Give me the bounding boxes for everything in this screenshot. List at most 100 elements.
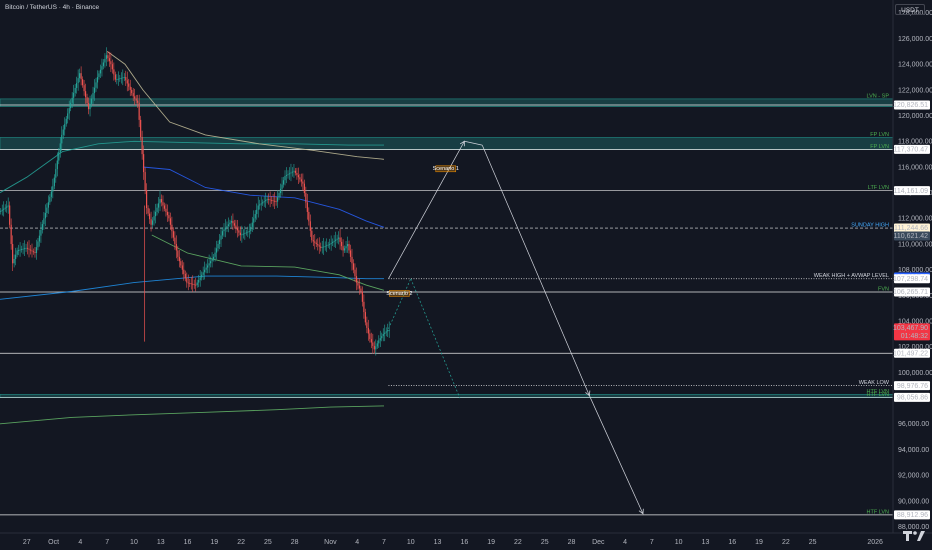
candle-body [355, 276, 358, 283]
candle-body [18, 250, 20, 251]
price-label-text: 110,621.42 [893, 233, 928, 240]
candle-body [287, 174, 289, 176]
candle-body [87, 103, 90, 110]
price-tick-label: 126,000.00 [898, 36, 932, 43]
price-tick-label: 110,000.00 [898, 241, 932, 248]
candle-body [192, 283, 194, 285]
price-axis[interactable]: 128,000.00126,000.00124,000.00122,000.00… [898, 10, 932, 531]
candle-body [189, 282, 191, 284]
candle-body [333, 240, 335, 242]
candle-body [70, 102, 72, 109]
candle-body [311, 230, 313, 241]
candle-body [272, 200, 274, 202]
candle-body [343, 248, 346, 251]
candle-body [154, 211, 157, 217]
currency-button[interactable]: USDT [895, 4, 925, 15]
candle-body [309, 221, 311, 231]
candle-body [184, 273, 186, 279]
candle-body [209, 261, 212, 264]
candle-body [360, 288, 362, 292]
candle-body [250, 226, 252, 232]
time-tick-label: Nov [324, 539, 337, 546]
candle-body [26, 247, 29, 249]
candle-body [19, 249, 21, 251]
candle-body [300, 179, 302, 182]
price-tick-label: 100,000.00 [898, 370, 932, 377]
candle-body [271, 199, 273, 201]
price-tick-label: 124,000.00 [898, 62, 932, 69]
candle-body [162, 202, 164, 206]
time-tick-label: 4 [623, 539, 627, 546]
price-label-text: 111,244.66 [894, 225, 928, 232]
candle-body [175, 244, 177, 251]
candle-body [385, 331, 387, 333]
candle-body [324, 245, 326, 247]
candle-body [38, 235, 41, 242]
candle-body [61, 134, 63, 144]
scenario-1-label: Scenario 1 [433, 166, 459, 172]
candle-body [195, 284, 197, 286]
candle-body [160, 199, 163, 203]
candle-body [20, 249, 23, 250]
candle-body [99, 69, 102, 74]
candle-body [134, 96, 136, 99]
candle-body [348, 244, 350, 251]
candle-body [163, 205, 166, 209]
candle-body [236, 227, 238, 231]
candle-body [281, 184, 283, 189]
symbol-title[interactable]: Bitcoin / TetherUS · 4h · Binance [5, 4, 99, 11]
time-tick-label: 22 [237, 539, 245, 546]
time-tick-label: 19 [210, 539, 218, 546]
candle-body [211, 259, 213, 262]
level-label-2: LTF LVN [868, 185, 889, 191]
candle-body [205, 267, 207, 270]
level-label-6: WEAK HIGH + AVWAP LEVEL [814, 273, 889, 279]
candle-body [55, 169, 57, 178]
candle-body [89, 103, 91, 110]
candle-body [62, 129, 64, 135]
candle-body [282, 180, 285, 185]
candle-body [326, 245, 328, 247]
candle-body [171, 224, 173, 232]
candle-body [151, 220, 154, 225]
time-tick-label: 13 [157, 539, 165, 546]
candle-body [199, 277, 201, 280]
level-label-3: SUNDAY HIGH [851, 223, 889, 229]
candle-body [229, 222, 231, 225]
candle-body [323, 246, 325, 248]
time-tick-label: 19 [487, 539, 495, 546]
tradingview-logo-icon [903, 531, 925, 541]
candle-body [220, 235, 222, 240]
candle-body [169, 218, 172, 225]
candle-body [212, 256, 215, 260]
candle-body [357, 282, 359, 286]
candle-body [245, 232, 247, 234]
candle-body [312, 240, 314, 242]
candle-body [293, 170, 295, 172]
candle-body [159, 199, 161, 204]
time-tick-label: 28 [291, 539, 299, 546]
price-label-text: 98,056.86 [897, 395, 928, 402]
candle-body [204, 269, 206, 273]
candle-body [260, 203, 262, 205]
candle-body [22, 248, 24, 250]
candle-body [268, 199, 270, 200]
candle-body [346, 244, 349, 247]
candle-body [41, 224, 44, 230]
candle-body [110, 61, 112, 65]
candle-body [67, 113, 69, 119]
candle-body [382, 333, 384, 337]
price-label: 101,497.22 [893, 348, 930, 358]
candle-body [144, 172, 146, 191]
candle-body [46, 207, 48, 213]
candle-body [238, 230, 240, 233]
candle-body [29, 249, 32, 251]
candle-body [262, 202, 264, 204]
candle-body [44, 212, 46, 219]
candle-body [227, 224, 230, 227]
price-chart[interactable]: LVN - SP FP LVN HTF LVN FP LVN LTF LVN SUNDA… [0, 0, 932, 550]
candle-body [157, 203, 160, 208]
candle-body [178, 256, 180, 262]
candle-body [177, 250, 179, 257]
candle-body [208, 263, 210, 266]
